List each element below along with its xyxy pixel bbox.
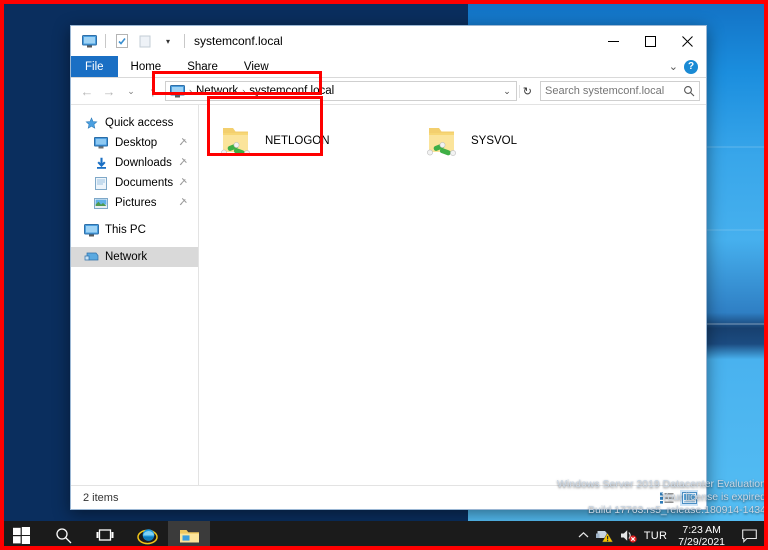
windows-activation-watermark: Windows Server 2019 Datacenter Evaluatio… bbox=[557, 478, 766, 517]
internet-explorer-button[interactable] bbox=[126, 521, 168, 550]
help-icon[interactable]: ? bbox=[684, 59, 698, 74]
up-button[interactable]: ↑ bbox=[143, 81, 163, 101]
item-count: 2 items bbox=[83, 491, 119, 504]
download-icon bbox=[93, 155, 109, 171]
desktop-icon bbox=[93, 135, 109, 151]
address-dropdown-chevron-icon[interactable]: ⌄ bbox=[500, 86, 514, 97]
address-bar[interactable]: › Network › systemconf.local ⌄ bbox=[165, 81, 517, 101]
volume-muted-icon[interactable] bbox=[620, 528, 637, 543]
sidebar-label: Pictures bbox=[115, 197, 157, 209]
tab-share[interactable]: Share bbox=[174, 56, 231, 77]
forward-button[interactable]: → bbox=[99, 81, 119, 101]
pictures-icon bbox=[93, 195, 109, 211]
search-icon[interactable] bbox=[683, 85, 695, 97]
breadcrumb-computer-icon[interactable] bbox=[170, 84, 185, 98]
close-button[interactable] bbox=[669, 26, 706, 56]
sidebar-label: Downloads bbox=[115, 157, 172, 169]
sidebar-item-documents[interactable]: Documents bbox=[71, 173, 198, 193]
customize-qat-chevron-icon[interactable]: ▾ bbox=[158, 31, 178, 51]
sidebar-item-downloads[interactable]: Downloads bbox=[71, 153, 198, 173]
properties-monitor-icon[interactable] bbox=[79, 31, 99, 51]
document-icon bbox=[93, 175, 109, 191]
clock-time: 7:23 AM bbox=[682, 523, 721, 536]
network-share-folder-icon bbox=[215, 122, 255, 160]
breadcrumb-separator-1: › bbox=[189, 86, 192, 96]
this-pc-icon bbox=[83, 222, 99, 238]
qat-divider-2 bbox=[184, 34, 185, 48]
refresh-button[interactable]: ↻ bbox=[518, 84, 535, 98]
sidebar-label: Network bbox=[105, 251, 148, 263]
task-view-button[interactable] bbox=[84, 521, 126, 550]
window-controls[interactable] bbox=[595, 26, 706, 56]
system-tray[interactable]: TUR 7:23 AM 7/29/2021 bbox=[578, 524, 768, 548]
items-grid: NETLOGON SYSVOL bbox=[199, 105, 706, 169]
file-explorer-button[interactable] bbox=[168, 521, 210, 550]
window-title-bar[interactable]: ▾ systemconf.local bbox=[71, 26, 706, 56]
watermark-line-2: Your license is expired bbox=[661, 491, 766, 503]
start-button[interactable] bbox=[0, 521, 42, 550]
item-label: SYSVOL bbox=[471, 135, 518, 147]
sidebar-item-quick-access[interactable]: Quick access bbox=[71, 113, 198, 133]
search-button[interactable] bbox=[42, 521, 84, 550]
action-center-icon[interactable] bbox=[736, 528, 762, 543]
tab-view[interactable]: View bbox=[231, 56, 282, 77]
pin-icon[interactable] bbox=[179, 137, 188, 149]
star-pin-icon bbox=[83, 115, 99, 131]
tab-home[interactable]: Home bbox=[118, 56, 175, 77]
clock-date: 7/29/2021 bbox=[678, 535, 725, 548]
navigation-pane[interactable]: Quick access Desktop Downloads Documents… bbox=[71, 105, 199, 485]
watermark-line-3: Build 17763.rs5_release.180914-1434 bbox=[587, 504, 766, 516]
sidebar-item-this-pc[interactable]: This PC bbox=[71, 220, 198, 240]
qat-divider bbox=[105, 34, 106, 48]
window-title: systemconf.local bbox=[194, 34, 283, 48]
taskbar[interactable]: TUR 7:23 AM 7/29/2021 bbox=[0, 521, 768, 550]
sidebar-item-pictures[interactable]: Pictures bbox=[71, 193, 198, 213]
sidebar-item-desktop[interactable]: Desktop bbox=[71, 133, 198, 153]
network-icon bbox=[83, 249, 99, 265]
list-item[interactable]: SYSVOL bbox=[415, 113, 621, 169]
minimize-button[interactable] bbox=[595, 26, 632, 56]
keyboard-layout-indicator[interactable]: TUR bbox=[644, 530, 668, 542]
clock[interactable]: 7:23 AM 7/29/2021 bbox=[674, 524, 729, 548]
pin-icon[interactable] bbox=[179, 157, 188, 169]
quick-access-toolbar[interactable]: ▾ bbox=[71, 31, 188, 51]
breadcrumb-item-systemconf[interactable]: systemconf.local bbox=[249, 85, 334, 97]
network-warning-icon[interactable] bbox=[595, 528, 613, 543]
list-item[interactable]: NETLOGON bbox=[209, 113, 415, 169]
search-box[interactable] bbox=[540, 81, 700, 101]
search-input[interactable] bbox=[545, 85, 683, 97]
sidebar-item-network[interactable]: Network bbox=[71, 247, 198, 267]
file-list-view[interactable]: NETLOGON SYSVOL bbox=[199, 105, 706, 485]
watermark-line-1: Windows Server 2019 Datacenter Evaluatio… bbox=[557, 478, 766, 490]
sidebar-label: This PC bbox=[105, 224, 146, 236]
tab-file[interactable]: File bbox=[71, 56, 118, 77]
ribbon-collapse-chevron-icon[interactable]: ⌄ bbox=[669, 60, 678, 73]
address-bar-row: ← → ⌄ ↑ › Network › systemconf.local ⌄ ↻… bbox=[71, 78, 706, 104]
ribbon-tab-bar[interactable]: File Home Share View ⌄ ? bbox=[71, 56, 706, 78]
maximize-button[interactable] bbox=[632, 26, 669, 56]
breadcrumb-separator-2: › bbox=[242, 86, 246, 96]
pin-icon[interactable] bbox=[179, 197, 188, 209]
tray-overflow-chevron-icon[interactable] bbox=[578, 531, 589, 540]
breadcrumb[interactable]: › Network › systemconf.local bbox=[170, 84, 334, 98]
network-share-folder-icon bbox=[421, 122, 461, 160]
item-label: NETLOGON bbox=[265, 135, 330, 147]
pin-icon[interactable] bbox=[179, 177, 188, 189]
explorer-body: Quick access Desktop Downloads Documents… bbox=[71, 104, 706, 485]
back-button[interactable]: ← bbox=[77, 81, 97, 101]
new-folder-icon[interactable] bbox=[135, 31, 155, 51]
sidebar-label: Documents bbox=[115, 177, 174, 189]
properties-icon[interactable] bbox=[112, 31, 132, 51]
breadcrumb-item-network[interactable]: Network bbox=[196, 85, 238, 97]
recent-locations-button[interactable]: ⌄ bbox=[121, 81, 141, 101]
sidebar-label: Quick access bbox=[105, 117, 174, 129]
sidebar-label: Desktop bbox=[115, 137, 158, 149]
file-explorer-window: ▾ systemconf.local File Home Share View bbox=[70, 25, 707, 510]
